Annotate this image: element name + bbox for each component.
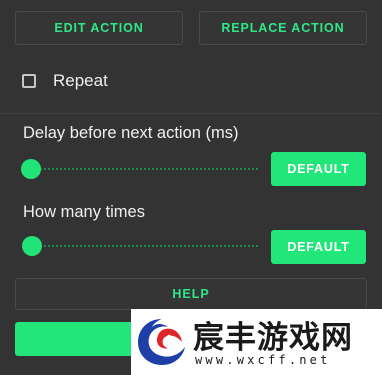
times-label: How many times (23, 203, 145, 221)
delay-slider[interactable] (20, 158, 258, 180)
delay-slider-track[interactable] (28, 168, 258, 170)
dragon-logo-icon (138, 319, 185, 365)
help-button[interactable]: HELP (15, 278, 367, 310)
delay-default-button[interactable]: DEFAULT (271, 152, 366, 186)
delay-label: Delay before next action (ms) (23, 124, 239, 142)
times-slider-thumb[interactable] (22, 236, 42, 256)
watermark: 宸丰游戏网 www.wxcff.net (131, 309, 382, 375)
checkbox-unchecked-icon[interactable] (22, 74, 36, 88)
repeat-label: Repeat (53, 71, 108, 90)
section-divider (0, 113, 382, 114)
times-default-button[interactable]: DEFAULT (271, 230, 366, 264)
watermark-url: www.wxcff.net (195, 353, 331, 367)
replace-action-button[interactable]: REPLACE ACTION (199, 11, 367, 45)
edit-action-button[interactable]: EDIT ACTION (15, 11, 183, 45)
watermark-title: 宸丰游戏网 (193, 320, 353, 356)
delay-slider-thumb[interactable] (21, 159, 41, 179)
times-slider-track[interactable] (28, 245, 258, 247)
repeat-option[interactable]: Repeat (22, 71, 108, 91)
times-slider[interactable] (20, 235, 258, 257)
